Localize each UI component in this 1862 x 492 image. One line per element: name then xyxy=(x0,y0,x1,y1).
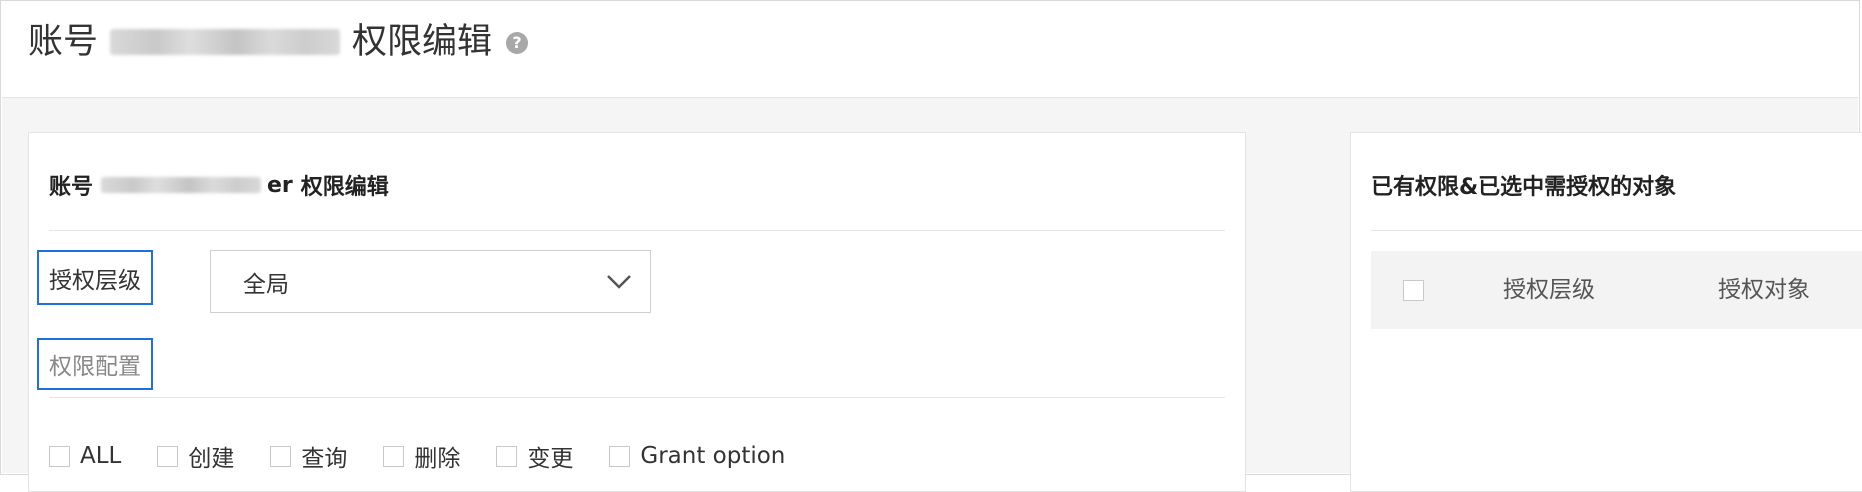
panel-title: 已有权限&已选中需授权的对象 xyxy=(1371,175,1677,200)
column-header-auth-level: 授权层级 xyxy=(1503,277,1595,303)
permission-config-label: 权限配置 xyxy=(37,338,153,390)
column-header-auth-object: 授权对象 xyxy=(1718,277,1810,303)
panel-title-prefix: 账号 xyxy=(49,175,94,200)
redacted-username xyxy=(101,177,262,193)
divider xyxy=(49,397,1225,398)
auth-level-selected-value: 全局 xyxy=(243,271,289,298)
select-all-checkbox[interactable] xyxy=(1403,280,1424,301)
page-title-suffix: 权限编辑 xyxy=(352,22,493,62)
permission-all-option[interactable]: ALL xyxy=(49,443,121,469)
table-header: 授权层级 授权对象 xyxy=(1371,251,1862,329)
help-icon[interactable]: ? xyxy=(506,32,529,54)
checkbox[interactable] xyxy=(496,445,518,467)
permission-alter-option[interactable]: 变更 xyxy=(496,439,573,473)
auth-level-label: 授权层级 xyxy=(37,250,153,305)
page-title: 账号 权限编辑 ? xyxy=(28,20,529,64)
permission-query-option[interactable]: 查询 xyxy=(270,439,347,473)
redacted-username xyxy=(110,29,341,55)
checkbox-label: 查询 xyxy=(301,446,348,472)
checkbox-label: 变更 xyxy=(527,446,574,472)
panel-title-suffix: 权限编辑 xyxy=(300,175,389,200)
checkbox-label: ALL xyxy=(80,443,122,469)
panel-title: 账号 er 权限编辑 xyxy=(49,169,389,201)
panel-title-username-tail: er xyxy=(267,172,293,198)
checkbox[interactable] xyxy=(270,445,292,467)
checkbox-label: 创建 xyxy=(188,446,235,472)
checkbox[interactable] xyxy=(157,445,179,467)
chevron-down-icon xyxy=(607,274,631,289)
permission-grant-option[interactable]: Grant option xyxy=(609,443,785,469)
granted-objects-panel: 已有权限&已选中需授权的对象 授权层级 授权对象 xyxy=(1350,132,1862,492)
permission-delete-option[interactable]: 删除 xyxy=(383,439,460,473)
checkbox[interactable] xyxy=(383,445,405,467)
auth-level-select[interactable]: 全局 xyxy=(210,250,651,313)
checkbox[interactable] xyxy=(609,445,631,467)
divider xyxy=(49,230,1225,231)
checkbox-label: Grant option xyxy=(640,443,786,469)
permission-edit-panel: 账号 er 权限编辑 授权层级 全局 权限配置 ALL 创建 查询 删除 变更 … xyxy=(28,132,1246,492)
page-title-prefix: 账号 xyxy=(28,22,99,62)
page-header: 账号 权限编辑 ? xyxy=(2,2,1858,98)
checkbox-label: 删除 xyxy=(414,446,461,472)
app-window: 账号 权限编辑 ? 账号 er 权限编辑 授权层级 全局 权限配置 ALL 创建… xyxy=(0,0,1862,492)
checkbox[interactable] xyxy=(49,445,70,467)
content-area: 账号 er 权限编辑 授权层级 全局 权限配置 ALL 创建 查询 删除 变更 … xyxy=(2,98,1862,492)
divider xyxy=(1371,230,1862,231)
permission-checkbox-group: ALL 创建 查询 删除 变更 Grant option xyxy=(49,439,821,473)
permission-create-option[interactable]: 创建 xyxy=(157,439,234,473)
